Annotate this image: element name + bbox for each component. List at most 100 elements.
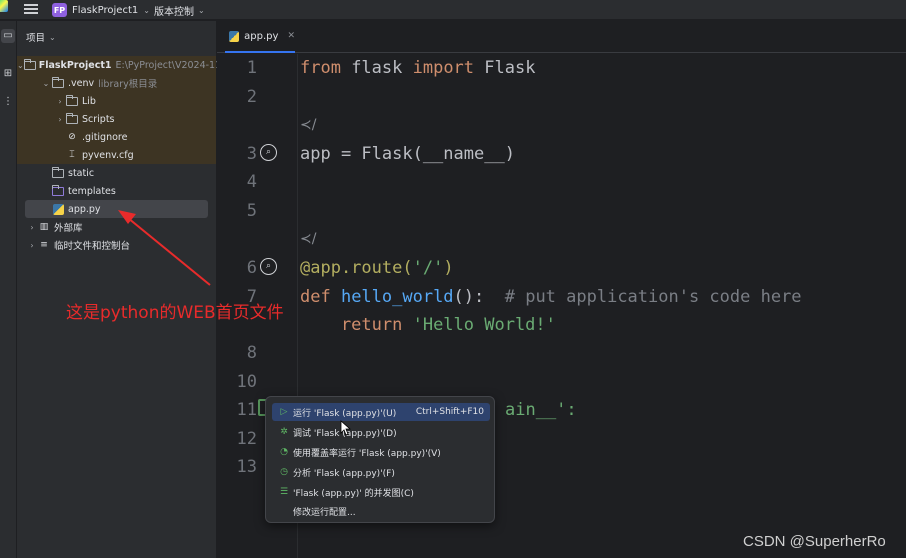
menu-item-concurrency[interactable]: ☰ 'Flask (app.py)' 的并发图(C) [272, 483, 490, 501]
tree-item-scripts[interactable]: › Scripts [17, 110, 216, 128]
code-line-8[interactable]: return 'Hello World!' [300, 315, 556, 335]
tree-item-pyvenv[interactable]: ⌶ pyvenv.cfg [17, 146, 216, 164]
tree-item-label: app.py [68, 203, 101, 215]
tree-item-label: FlaskProject1 [38, 59, 112, 71]
tree-item-static[interactable]: static [17, 164, 216, 182]
keyword: import [412, 58, 475, 78]
tree-item-scratches[interactable]: › ≡ 临时文件和控制台 [17, 236, 216, 254]
usage-hint[interactable]: ≺/ [300, 231, 316, 247]
tree-item-label: pyvenv.cfg [82, 149, 134, 161]
vcs-menu[interactable]: 版本控制 ⌄ [154, 0, 205, 20]
chevron-down-icon: ⌄ [198, 5, 205, 15]
chevron-down-icon[interactable]: ⌄ [41, 79, 51, 88]
project-folder-icon[interactable]: ▭ [1, 29, 15, 43]
chevron-down-icon: ⌄ [49, 32, 56, 42]
close-icon[interactable]: ✕ [287, 31, 295, 41]
shortcut: Ctrl+Shift+F10 [415, 407, 484, 417]
code-line-1[interactable]: from flask import Flask [300, 58, 535, 78]
code-line-3[interactable]: app = Flask(__name__) [300, 144, 515, 164]
profiler-icon: ◷ [280, 467, 288, 477]
decorator: ) [443, 258, 454, 278]
python-file-icon [229, 30, 240, 42]
chevron-down-icon[interactable]: ⌄ [17, 61, 24, 70]
run-context-menu: ▷ 运行 'Flask (app.py)'(U) Ctrl+Shift+F10 … [265, 396, 495, 523]
menu-item-profile[interactable]: ◷ 分析 'Flask (app.py)'(F) [272, 463, 490, 481]
folder-icon [51, 76, 65, 89]
line-number: 5 [246, 201, 257, 221]
main-menu-icon[interactable] [24, 2, 38, 16]
menu-item-label: 'Flask (app.py)' 的并发图(C) [293, 488, 414, 499]
watermark: CSDN @SuperherRo [743, 533, 886, 550]
concurrency-icon: ☰ [279, 487, 289, 497]
code-text: Flask [474, 58, 536, 78]
tree-item-lib[interactable]: › Lib [17, 92, 216, 110]
tree-item-label: Lib [82, 95, 96, 107]
tree-item-path: E:\PyProject\V2024-11 [115, 59, 222, 71]
vcs-label: 版本控制 [154, 6, 194, 18]
tree-item-label: templates [68, 185, 116, 197]
function-name: hello_world [330, 287, 454, 307]
code-line-7[interactable]: def hello_world(): # put application's c… [300, 287, 802, 307]
tree-item-external-libs[interactable]: › ▥ 外部库 [17, 218, 216, 236]
usage-hint[interactable]: ≺/ [300, 117, 316, 133]
project-switcher[interactable]: FP FlaskProject1 ⌄ [52, 0, 150, 20]
annotation-text: 这是python的WEB首页文件 [66, 303, 284, 323]
tree-item-gitignore[interactable]: ⊘ .gitignore [17, 128, 216, 146]
decorator: @app.route( [300, 258, 413, 278]
string: ain__': [505, 400, 577, 420]
menu-item-coverage[interactable]: ◔ 使用覆盖率运行 'Flask (app.py)'(V) [272, 443, 490, 461]
ignore-file-icon: ⊘ [68, 132, 76, 142]
project-panel-header[interactable]: 项目 ⌄ [26, 30, 56, 45]
tree-item-note: library根目录 [98, 79, 158, 90]
structure-icon[interactable]: ⊞ [1, 67, 15, 81]
folder-icon [65, 112, 79, 125]
tree-item-label: .venv [68, 77, 95, 89]
chevron-right-icon[interactable]: › [27, 223, 37, 232]
tree-item-project-root[interactable]: ⌄ FlaskProject1 E:\PyProject\V2024-11 [17, 56, 221, 74]
editor-tab-bar: app.py ✕ [217, 21, 906, 53]
tool-window-strip: ▭ ⊞ ⋮ [0, 21, 17, 558]
code-text: (): [453, 287, 505, 307]
tree-item-templates[interactable]: templates [17, 182, 216, 200]
run-icon: ▷ [280, 407, 288, 417]
line-number: 13 [236, 457, 257, 477]
tree-item-label: 临时文件和控制台 [54, 241, 131, 252]
debug-icon: ✲ [280, 427, 288, 437]
scratches-icon: ≡ [40, 240, 48, 250]
tree-item-venv[interactable]: ⌄ .venv library根目录 [17, 74, 216, 92]
code-line-11-tail[interactable]: ain__': [505, 400, 577, 420]
line-number: 3 [246, 144, 257, 164]
line-number: 2 [246, 87, 257, 107]
mouse-cursor-icon [340, 420, 352, 436]
endpoint-icon[interactable]: ⌕ [260, 144, 277, 161]
line-number: 1 [246, 58, 257, 78]
endpoint-icon[interactable]: ⌕ [260, 258, 277, 275]
chevron-right-icon[interactable]: › [55, 115, 65, 124]
tab-app-py[interactable]: app.py ✕ [225, 21, 295, 53]
menu-item-debug[interactable]: ✲ 调试 'Flask (app.py)'(D) [272, 423, 490, 441]
line-number: 6 [246, 258, 257, 278]
chevron-right-icon[interactable]: › [55, 97, 65, 106]
project-panel-title: 项目 [26, 33, 46, 44]
tree-item-label: Scripts [82, 113, 115, 125]
menu-item-modify-config[interactable]: 修改运行配置... [272, 502, 490, 520]
ide-logo-icon [0, 0, 8, 12]
menu-item-label: 修改运行配置... [293, 507, 356, 518]
folder-icon [51, 166, 65, 179]
chevron-right-icon[interactable]: › [27, 241, 37, 250]
tree-item-label: 外部库 [54, 223, 83, 234]
keyword: from [300, 58, 341, 78]
code-line-6[interactable]: @app.route('/') [300, 258, 454, 278]
menu-item-label: 分析 'Flask (app.py)'(F) [293, 468, 395, 479]
menu-item-run[interactable]: ▷ 运行 'Flask (app.py)'(U) Ctrl+Shift+F10 [272, 403, 490, 421]
more-icon[interactable]: ⋮ [1, 95, 15, 109]
keyword: def [300, 287, 331, 307]
tree-item-app-py[interactable]: app.py [17, 200, 216, 218]
string: 'Hello World!' [402, 315, 556, 335]
menu-item-label: 使用覆盖率运行 'Flask (app.py)'(V) [293, 448, 441, 459]
keyword: return [300, 315, 403, 335]
folder-icon [51, 184, 65, 197]
project-name: FlaskProject1 [72, 4, 139, 16]
tree-item-label: static [68, 167, 95, 179]
project-panel: 项目 ⌄ ⌄ FlaskProject1 E:\PyProject\V2024-… [17, 21, 221, 558]
